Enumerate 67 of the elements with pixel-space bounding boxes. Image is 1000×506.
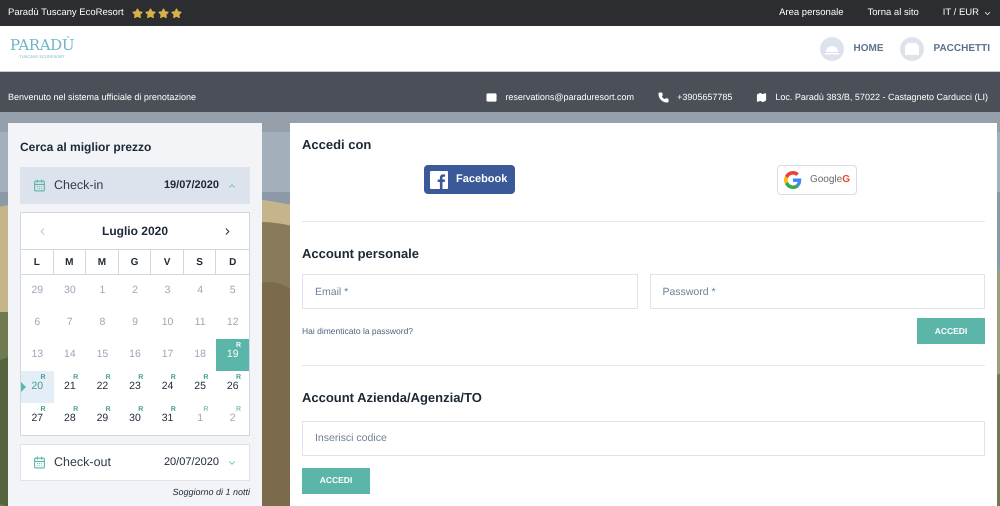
- calendar-day[interactable]: 29: [21, 275, 54, 307]
- cloche-icon: [820, 36, 844, 60]
- weekday-label: M: [86, 250, 119, 275]
- star-icon: [144, 8, 156, 18]
- calendar-day[interactable]: 6: [21, 307, 54, 339]
- star-icon: [132, 8, 143, 18]
- star-icon: [158, 8, 169, 18]
- weekday-label: M: [54, 250, 86, 275]
- google-button[interactable]: GoogleG: [777, 164, 857, 194]
- nav-link[interactable]: HOME: [820, 36, 884, 60]
- calendar-day[interactable]: 11: [184, 307, 216, 339]
- login-button[interactable]: ACCEDI: [917, 318, 985, 344]
- locale-dropdown[interactable]: IT / EUR: [942, 6, 992, 20]
- contact-text: reservations@paraduresort.com: [505, 90, 634, 104]
- weekday-label: D: [216, 250, 249, 275]
- weekday-label: G: [118, 250, 152, 275]
- month-title: Luglio 2020: [102, 223, 168, 240]
- weekday-label: S: [184, 250, 216, 275]
- calendar-day[interactable]: 10: [151, 307, 184, 339]
- calendar-day[interactable]: 15: [86, 339, 119, 371]
- calendar-day[interactable]: 13: [21, 339, 54, 371]
- calendar-day[interactable]: 2: [118, 275, 152, 307]
- password-field[interactable]: Password *: [650, 274, 985, 309]
- section-title: Accedi con: [302, 136, 372, 154]
- top-link[interactable]: Torna al sito: [868, 6, 919, 20]
- stay-length: Soggiorno di 1 notti: [171, 487, 250, 498]
- calendar-icon: [33, 456, 46, 469]
- google-label: GoogleG: [810, 173, 850, 187]
- weekday-label: L: [21, 250, 54, 275]
- contact-text: +3905657785: [677, 90, 732, 104]
- section-title: Account personale: [302, 244, 420, 263]
- checkout-field[interactable]: Check-out 20/07/2020: [20, 444, 250, 481]
- calendar-day[interactable]: 14: [54, 339, 86, 371]
- nav-link[interactable]: PACCHETTI: [900, 36, 990, 60]
- weekday-label: V: [151, 250, 184, 275]
- calendar-day[interactable]: 3: [151, 275, 184, 307]
- calendar-day[interactable]: 17: [151, 339, 184, 371]
- email-field[interactable]: Email *: [302, 274, 638, 309]
- calendar-day[interactable]: 9: [118, 307, 152, 339]
- checkin-field[interactable]: Check-in 19/07/2020: [20, 167, 250, 204]
- calendar-day[interactable]: 1: [86, 275, 119, 307]
- mail-icon: [486, 92, 498, 103]
- calendar-day[interactable]: 12: [216, 307, 249, 339]
- calendar-icon: [33, 179, 46, 192]
- login-button[interactable]: ACCEDI: [302, 468, 370, 494]
- star-icon: [170, 8, 182, 18]
- box-icon: [900, 36, 924, 60]
- google-icon: [784, 170, 802, 188]
- calendar-day[interactable]: 18: [184, 339, 216, 371]
- top-link[interactable]: Area personale: [779, 6, 844, 20]
- hotel-name: Paradù Tuscany EcoResort: [8, 6, 124, 20]
- calendar-day[interactable]: 8: [86, 307, 119, 339]
- range-marker-icon: [21, 382, 26, 392]
- calendar-day[interactable]: 4: [184, 275, 216, 307]
- contact-text: Loc. Paradù 383/B, 57022 - Castagneto Carducci (LI): [775, 90, 988, 104]
- welcome-text: Benvenuto nel sistema ufficiale di prenotazione: [8, 90, 196, 104]
- facebook-icon: [430, 170, 448, 188]
- calendar-day[interactable]: 5: [216, 275, 249, 307]
- forgot-password-link[interactable]: Hai dimenticato la password?: [302, 324, 414, 338]
- calendar-day[interactable]: 16: [118, 339, 152, 371]
- calendar-day[interactable]: 30: [54, 275, 86, 307]
- section-title: Account Azienda/Agenzia/TO: [302, 389, 483, 407]
- panel-title: Cerca al miglior prezzo: [20, 140, 152, 154]
- code-field[interactable]: Inserisci codice: [302, 420, 985, 456]
- calendar-day[interactable]: 7: [54, 307, 86, 339]
- facebook-button[interactable]: Facebook: [424, 165, 515, 194]
- phone-icon: [658, 92, 670, 103]
